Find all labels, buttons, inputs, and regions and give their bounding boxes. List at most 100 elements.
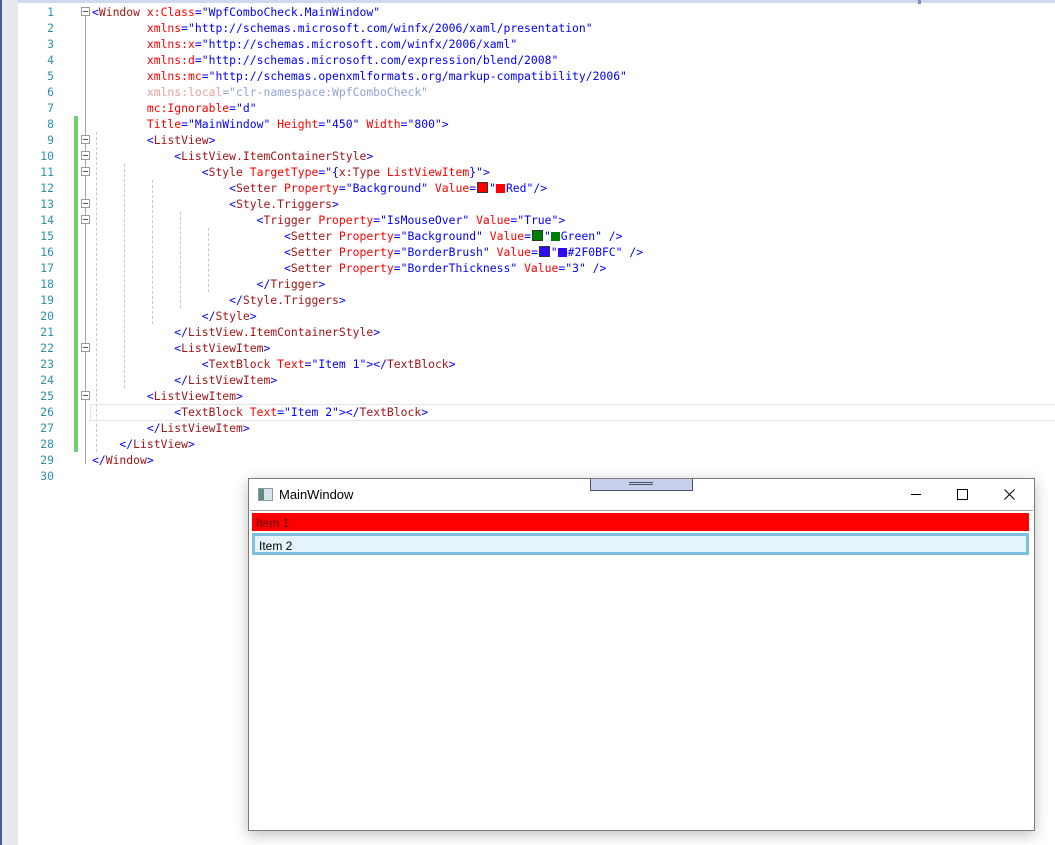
- minimize-button[interactable]: [893, 479, 939, 509]
- code-token: >: [146, 453, 154, 467]
- maximize-button[interactable]: [939, 479, 985, 509]
- code-token: >: [448, 357, 456, 371]
- code-token: </: [92, 453, 106, 467]
- fold-toggle-icon[interactable]: [81, 199, 90, 208]
- line-number: 29: [40, 453, 54, 467]
- code-line[interactable]: 15 <Setter Property="Background" Value= "…: [18, 228, 1055, 244]
- code-line[interactable]: 9 <ListView>: [18, 132, 1055, 148]
- code-line[interactable]: 19 </Style.Triggers>: [18, 292, 1055, 308]
- code-token: =: [400, 117, 408, 131]
- code-line[interactable]: 23 <TextBlock Text="Item 1"></TextBlock>: [18, 356, 1055, 372]
- fold-toggle-icon[interactable]: [81, 343, 90, 352]
- code-line[interactable]: 11 <Style TargetType="{x:Type ListViewIt…: [18, 164, 1055, 180]
- code-token: =: [393, 245, 401, 259]
- code-token: xmlns: [92, 21, 182, 35]
- code-text: <Setter Property="BorderBrush" Value= " #2…: [92, 244, 643, 260]
- code-token: </: [92, 421, 161, 435]
- code-line[interactable]: 20 </Style>: [18, 308, 1055, 324]
- code-text: mc:Ignorable="d": [92, 100, 257, 116]
- window-app-icon: [258, 488, 273, 501]
- code-text: </Window>: [92, 452, 154, 468]
- code-token: ListView: [153, 133, 209, 147]
- code-line[interactable]: 26 <TextBlock Text="Item 2"></TextBlock>: [18, 404, 1055, 420]
- code-token: >: [332, 197, 339, 211]
- code-line[interactable]: 17 <Setter Property="BorderThickness" Va…: [18, 260, 1055, 276]
- code-token: ListViewItem: [181, 341, 264, 355]
- code-token: }": [469, 165, 483, 179]
- code-token: =: [524, 229, 531, 243]
- code-token: >: [270, 373, 278, 387]
- code-line[interactable]: 16 <Setter Property="BorderBrush" Value=…: [18, 244, 1055, 260]
- code-line[interactable]: 2 xmlns="http://schemas.microsoft.com/wi…: [18, 20, 1055, 36]
- code-line[interactable]: 28 </ListView>: [18, 436, 1055, 452]
- fold-toggle-icon[interactable]: [81, 167, 90, 176]
- code-line[interactable]: 24 </ListViewItem>: [18, 372, 1055, 388]
- code-token: Setter: [290, 229, 333, 243]
- code-line[interactable]: 7 mc:Ignorable="d": [18, 100, 1055, 116]
- wpf-main-window[interactable]: MainWindow Item 1 Item 2: [248, 478, 1035, 831]
- code-text: xmlns:x="http://schemas.microsoft.com/wi…: [92, 36, 517, 52]
- code-text: <Setter Property="BorderThickness" Value…: [92, 260, 606, 276]
- code-line[interactable]: 8 Title="MainWindow" Height="450" Width=…: [18, 116, 1055, 132]
- line-number: 25: [40, 389, 54, 403]
- code-token: Green": [560, 229, 602, 243]
- fold-toggle-icon[interactable]: [81, 391, 90, 400]
- list-item-text: Item 1: [256, 516, 290, 530]
- code-token: ListViewItem: [160, 421, 243, 435]
- code-token: =: [229, 101, 237, 115]
- line-number: 2: [47, 21, 54, 35]
- close-button[interactable]: [986, 479, 1032, 509]
- code-token: Text: [270, 357, 305, 371]
- code-line[interactable]: 21 </ListView.ItemContainerStyle>: [18, 324, 1055, 340]
- code-line[interactable]: 22 <ListViewItem>: [18, 340, 1055, 356]
- code-line[interactable]: 12 <Setter Property="Background" Value= "…: [18, 180, 1055, 196]
- code-token: Value: [428, 181, 470, 195]
- code-line[interactable]: 27 </ListViewItem>: [18, 420, 1055, 436]
- editor-left-strip: [0, 0, 18, 845]
- code-text: <Style TargetType="{x:Type ListViewItem}…: [92, 164, 490, 180]
- code-line[interactable]: 14 <Trigger Property="IsMouseOver" Value…: [18, 212, 1055, 228]
- editor-top-border: [0, 0, 1055, 3]
- code-token: Property: [332, 229, 394, 243]
- code-line[interactable]: 13 <Style.Triggers>: [18, 196, 1055, 212]
- window-title-bar[interactable]: MainWindow: [249, 479, 1034, 510]
- fold-toggle-icon[interactable]: [81, 215, 90, 224]
- fold-toggle-icon[interactable]: [81, 7, 90, 16]
- code-token: Value: [482, 229, 525, 243]
- line-number: 5: [47, 69, 54, 83]
- code-line[interactable]: 1 <Window x:Class="WpfComboCheck.MainWind…: [18, 4, 1055, 20]
- code-token: Trigger: [263, 213, 312, 227]
- list-item-2[interactable]: Item 2: [252, 533, 1029, 555]
- line-number: 13: [40, 197, 54, 211]
- code-line[interactable]: 4 xmlns:d="http://schemas.microsoft.com/…: [18, 52, 1055, 68]
- code-line[interactable]: 6 xmlns:local="clr-namespace:WpfComboChe…: [18, 84, 1055, 100]
- code-line[interactable]: 10 <ListView.ItemContainerStyle>: [18, 148, 1055, 164]
- code-text: <Trigger Property="IsMouseOver" Value="T…: [92, 212, 566, 228]
- code-token: "WpfComboCheck.MainWindow": [201, 5, 381, 19]
- color-swatch-icon: [531, 230, 543, 241]
- code-token: x:Class: [140, 5, 195, 19]
- color-swatch-icon: [477, 182, 489, 193]
- fold-toggle-icon[interactable]: [81, 135, 90, 144]
- code-token: >: [373, 325, 381, 339]
- code-line[interactable]: 5 xmlns:mc="http://schemas.openxmlformat…: [18, 68, 1055, 84]
- code-line[interactable]: 18 </Trigger>: [18, 276, 1055, 292]
- code-line[interactable]: 3 xmlns:x="http://schemas.microsoft.com/…: [18, 36, 1055, 52]
- code-line[interactable]: 25 <ListViewItem>: [18, 388, 1055, 404]
- line-number: 26: [40, 405, 54, 419]
- line-number: 6: [47, 85, 54, 99]
- designer-drag-handle[interactable]: [590, 479, 693, 491]
- code-text: <ListViewItem>: [92, 340, 270, 356]
- list-item-text: Item 2: [259, 539, 293, 553]
- code-text: </Trigger>: [92, 276, 326, 292]
- code-token: Trigger: [270, 277, 319, 291]
- list-item-1[interactable]: Item 1: [252, 513, 1029, 531]
- fold-toggle-icon[interactable]: [81, 151, 90, 160]
- list-view[interactable]: Item 1 Item 2: [250, 510, 1033, 830]
- code-token: "d": [236, 101, 257, 115]
- code-token: Setter: [290, 245, 333, 259]
- code-text: <ListView.ItemContainerStyle>: [92, 148, 373, 164]
- code-token: ListViewItem: [188, 373, 271, 387]
- code-token: "True": [517, 213, 559, 227]
- code-line[interactable]: 29 </Window>: [18, 452, 1055, 468]
